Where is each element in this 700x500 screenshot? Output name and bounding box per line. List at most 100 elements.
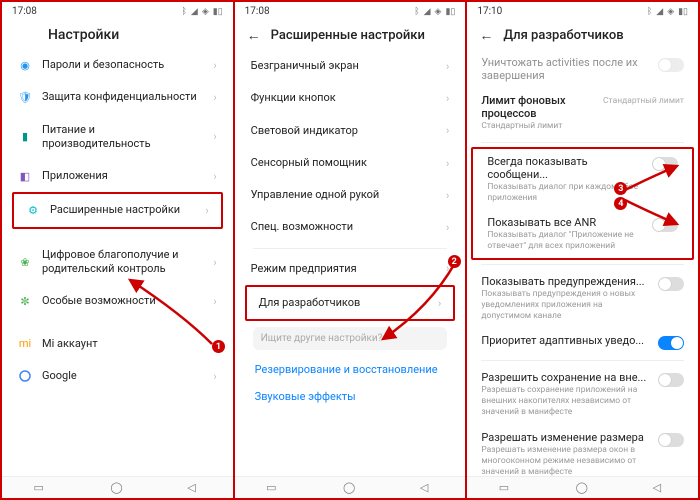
row-external-storage[interactable]: Разрешить сохранение на вне... Разрешать… (467, 365, 698, 424)
nav-recent-icon[interactable]: ▭ (266, 481, 280, 495)
search-hint[interactable]: Ищите другие настройки? (253, 327, 448, 350)
bluetooth-icon: ᛒ (182, 7, 187, 17)
toggle[interactable] (652, 218, 678, 232)
row-show-crashes[interactable]: Всегда показывать сообщени... Показывать… (473, 149, 692, 210)
row-show-warnings[interactable]: Показывать предупреждения... Показывать … (467, 269, 698, 328)
row-bg-limit[interactable]: Лимит фоновых процессов Стандартный лими… (467, 88, 698, 138)
battery-icon: ▮▯ (445, 7, 455, 17)
toggle[interactable] (658, 277, 684, 291)
nav-back-icon[interactable]: ◁ (653, 481, 667, 495)
settings-icon: ⚙ (26, 204, 40, 218)
settings-list: ◉ Пароли и безопасность › 🛡 Защита конфи… (2, 49, 233, 392)
row-label: Управление одной рукой (251, 188, 436, 202)
highlight-box-1: ⚙ Расширенные настройки › (12, 192, 223, 228)
row-label: Разрешать изменение размера (481, 431, 650, 444)
row-special[interactable]: Спец. возможности › (239, 211, 462, 243)
row-label: Для разработчиков (259, 296, 428, 310)
status-time: 17:08 (245, 6, 270, 17)
chevron-right-icon: › (213, 256, 216, 269)
row-privacy[interactable]: 🛡 Защита конфиденциальности › (6, 81, 229, 113)
row-label: Google (42, 369, 203, 383)
row-label: Особые возможности (42, 294, 203, 308)
row-led[interactable]: Световой индикатор › (239, 115, 462, 147)
toggle[interactable] (658, 373, 684, 387)
nav-bar: ▭ ◯ ◁ (2, 476, 233, 498)
row-label: Пароли и безопасность (42, 58, 203, 72)
row-label: Защита конфиденциальности (42, 90, 203, 104)
nav-home-icon[interactable]: ◯ (576, 481, 590, 495)
header: ← Расширенные настройки (235, 19, 466, 50)
battery-icon: ▮▯ (678, 7, 688, 17)
nav-recent-icon[interactable]: ▭ (33, 481, 47, 495)
fingerprint-icon: ◉ (18, 58, 32, 72)
row-label: Приоритет адаптивных уведо... (481, 334, 650, 347)
bluetooth-icon: ᛒ (414, 7, 419, 17)
row-label: Лимит фоновых процессов (481, 94, 595, 120)
divider (253, 248, 448, 249)
bluetooth-icon: ᛒ (647, 7, 652, 17)
tutorial-triple-screenshot: 17:08 ᛒ ◢ ◈ ▮▯ Настройки ◉ Пароли и безо… (0, 0, 700, 500)
wifi-icon: ◈ (435, 7, 442, 17)
row-button-functions[interactable]: Функции кнопок › (239, 82, 462, 114)
nav-back-icon[interactable]: ◁ (420, 481, 434, 495)
nav-home-icon[interactable]: ◯ (110, 481, 124, 495)
chevron-right-icon: › (213, 170, 216, 183)
row-label: Mi аккаунт (42, 337, 203, 351)
header: ← Для разработчиков (467, 19, 698, 50)
nav-bar: ▭ ◯ ◁ (467, 476, 698, 498)
status-bar: 17:10 ᛒ ◢ ◈ ▮▯ (467, 2, 698, 19)
chevron-right-icon: › (213, 295, 216, 308)
row-advanced-settings[interactable]: ⚙ Расширенные настройки › (14, 194, 221, 226)
link-sound-effects[interactable]: Звуковые эффекты (239, 383, 462, 410)
toggle[interactable] (652, 157, 678, 171)
row-sub: Стандартный лимит (481, 121, 595, 132)
row-adaptive-notifications[interactable]: Приоритет адаптивных уведо... (467, 328, 698, 356)
back-button[interactable]: ← (479, 27, 493, 44)
row-google[interactable]: Google › (6, 360, 229, 392)
row-enterprise[interactable]: Режим предприятия › (239, 253, 462, 285)
link-backup[interactable]: Резервирование и восстановление (239, 356, 462, 383)
row-passwords[interactable]: ◉ Пароли и безопасность › (6, 49, 229, 81)
signal-icon: ◢ (191, 7, 198, 17)
row-apps[interactable]: ◧ Приложения › (6, 160, 229, 192)
shield-icon: 🛡 (18, 90, 32, 104)
accessibility-icon: ✼ (18, 295, 32, 309)
row-label: Световой индикатор (251, 124, 436, 138)
apps-icon: ◧ (18, 169, 32, 183)
chevron-right-icon: › (446, 189, 449, 202)
row-fullscreen[interactable]: Безграничный экран › (239, 50, 462, 82)
screen-advanced-settings: 17:08 ᛒ ◢ ◈ ▮▯ ← Расширенные настройки Б… (235, 2, 468, 498)
row-label: Функции кнопок (251, 91, 436, 105)
row-resize[interactable]: Разрешать изменение размера Разрешать из… (467, 425, 698, 476)
page-title: Для разработчиков (503, 28, 623, 43)
row-accessibility[interactable]: ✼ Особые возможности › (6, 285, 229, 317)
row-touch-assist[interactable]: Сенсорный помощник › (239, 147, 462, 179)
highlight-box-3: Всегда показывать сообщени... Показывать… (471, 147, 694, 260)
row-mi-account[interactable]: mi Mi аккаунт › (6, 328, 229, 360)
chevron-right-icon: › (446, 157, 449, 170)
row-label: Показывать все ANR (487, 216, 644, 229)
row-wellbeing[interactable]: ❀ Цифровое благополучие и родительский к… (6, 239, 229, 286)
nav-back-icon[interactable]: ◁ (187, 481, 201, 495)
row-label: Питание и производительность (42, 123, 203, 152)
status-time: 17:08 (12, 6, 37, 17)
row-label: Уничтожать activities после их завершени… (481, 56, 650, 82)
chevron-right-icon: › (446, 60, 449, 73)
row-show-anr[interactable]: Показывать все ANR Показывать диалог "Пр… (473, 210, 692, 258)
callout-2: 2 (448, 255, 461, 268)
status-time: 17:10 (477, 6, 502, 17)
back-button[interactable]: ← (247, 27, 261, 44)
nav-recent-icon[interactable]: ▭ (499, 481, 513, 495)
toggle[interactable] (658, 433, 684, 447)
row-developer-options[interactable]: Для разработчиков › (247, 287, 454, 319)
row-destroy-activities[interactable]: Уничтожать activities после их завершени… (467, 50, 698, 88)
wellbeing-icon: ❀ (18, 255, 32, 269)
chevron-right-icon: › (446, 92, 449, 105)
callout-1: 1 (212, 340, 225, 353)
row-one-hand[interactable]: Управление одной рукой › (239, 179, 462, 211)
signal-icon: ◢ (656, 7, 663, 17)
toggle[interactable] (658, 58, 684, 72)
nav-home-icon[interactable]: ◯ (343, 481, 357, 495)
row-battery[interactable]: ▮ Питание и производительность › (6, 114, 229, 161)
toggle-on[interactable] (658, 336, 684, 350)
